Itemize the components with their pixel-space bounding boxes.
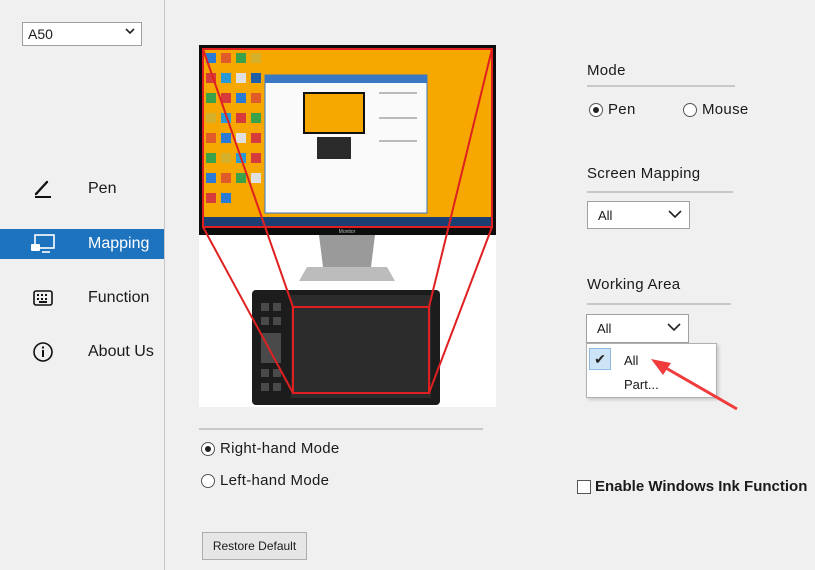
sidebar-item-about-us[interactable]: About Us — [0, 337, 164, 367]
device-select[interactable]: A50 — [22, 22, 142, 46]
chevron-down-icon — [667, 207, 683, 224]
checkbox-unchecked-icon — [577, 479, 591, 494]
chevron-down-icon — [125, 26, 135, 39]
screen-mapping-title: Screen Mapping — [587, 165, 701, 182]
sidebar-item-label: Pen — [88, 180, 117, 197]
sidebar-item-pen[interactable]: Pen — [0, 174, 164, 204]
sidebar: A50 Pen Mapping Function About Us — [0, 0, 165, 570]
right-hand-mode-label: Right-hand Mode — [220, 440, 340, 457]
mode-pen-radio[interactable]: Pen — [589, 101, 636, 118]
windows-ink-label: Enable Windows Ink Function — [595, 478, 808, 495]
device-select-value: A50 — [28, 26, 53, 42]
sidebar-item-mapping[interactable]: Mapping — [0, 229, 164, 259]
divider — [587, 85, 735, 87]
working-area-value: All — [597, 321, 612, 336]
sidebar-item-label: Function — [88, 289, 150, 306]
annotation-arrow-icon — [651, 359, 738, 411]
radio-unchecked-icon — [201, 473, 215, 488]
restore-default-button[interactable]: Restore Default — [202, 532, 307, 560]
divider — [587, 191, 733, 193]
sidebar-item-function[interactable]: Function — [0, 283, 164, 313]
left-hand-mode-radio[interactable]: Left-hand Mode — [201, 472, 329, 489]
mapping-preview: Monitor — [199, 45, 496, 407]
divider — [587, 303, 731, 305]
monitor-brand-text: Monitor — [339, 229, 356, 235]
mode-title: Mode — [587, 62, 626, 79]
right-hand-mode-radio[interactable]: Right-hand Mode — [201, 440, 340, 457]
mode-mouse-radio[interactable]: Mouse — [683, 101, 749, 118]
mode-mouse-label: Mouse — [702, 101, 749, 118]
working-area-select[interactable]: All — [586, 314, 689, 343]
screen-mapping-value: All — [598, 208, 613, 223]
mode-pen-label: Pen — [608, 101, 636, 118]
sidebar-item-label: About Us — [88, 343, 154, 360]
dropdown-item-label: All — [624, 353, 639, 368]
chevron-down-icon — [666, 320, 682, 337]
working-area-title: Working Area — [587, 276, 681, 293]
radio-checked-icon — [589, 102, 603, 117]
keyboard-icon — [30, 287, 56, 309]
sidebar-item-label: Mapping — [88, 235, 150, 252]
monitor-icon — [30, 233, 56, 255]
radio-unchecked-icon — [683, 102, 697, 117]
windows-ink-checkbox[interactable]: Enable Windows Ink Function — [577, 478, 807, 495]
left-hand-mode-label: Left-hand Mode — [220, 472, 330, 489]
screen-mapping-select[interactable]: All — [587, 201, 690, 229]
radio-checked-icon — [201, 441, 215, 456]
pen-icon — [30, 178, 56, 200]
info-icon — [30, 341, 56, 363]
check-icon: ✔ — [589, 348, 611, 370]
divider — [199, 428, 483, 430]
